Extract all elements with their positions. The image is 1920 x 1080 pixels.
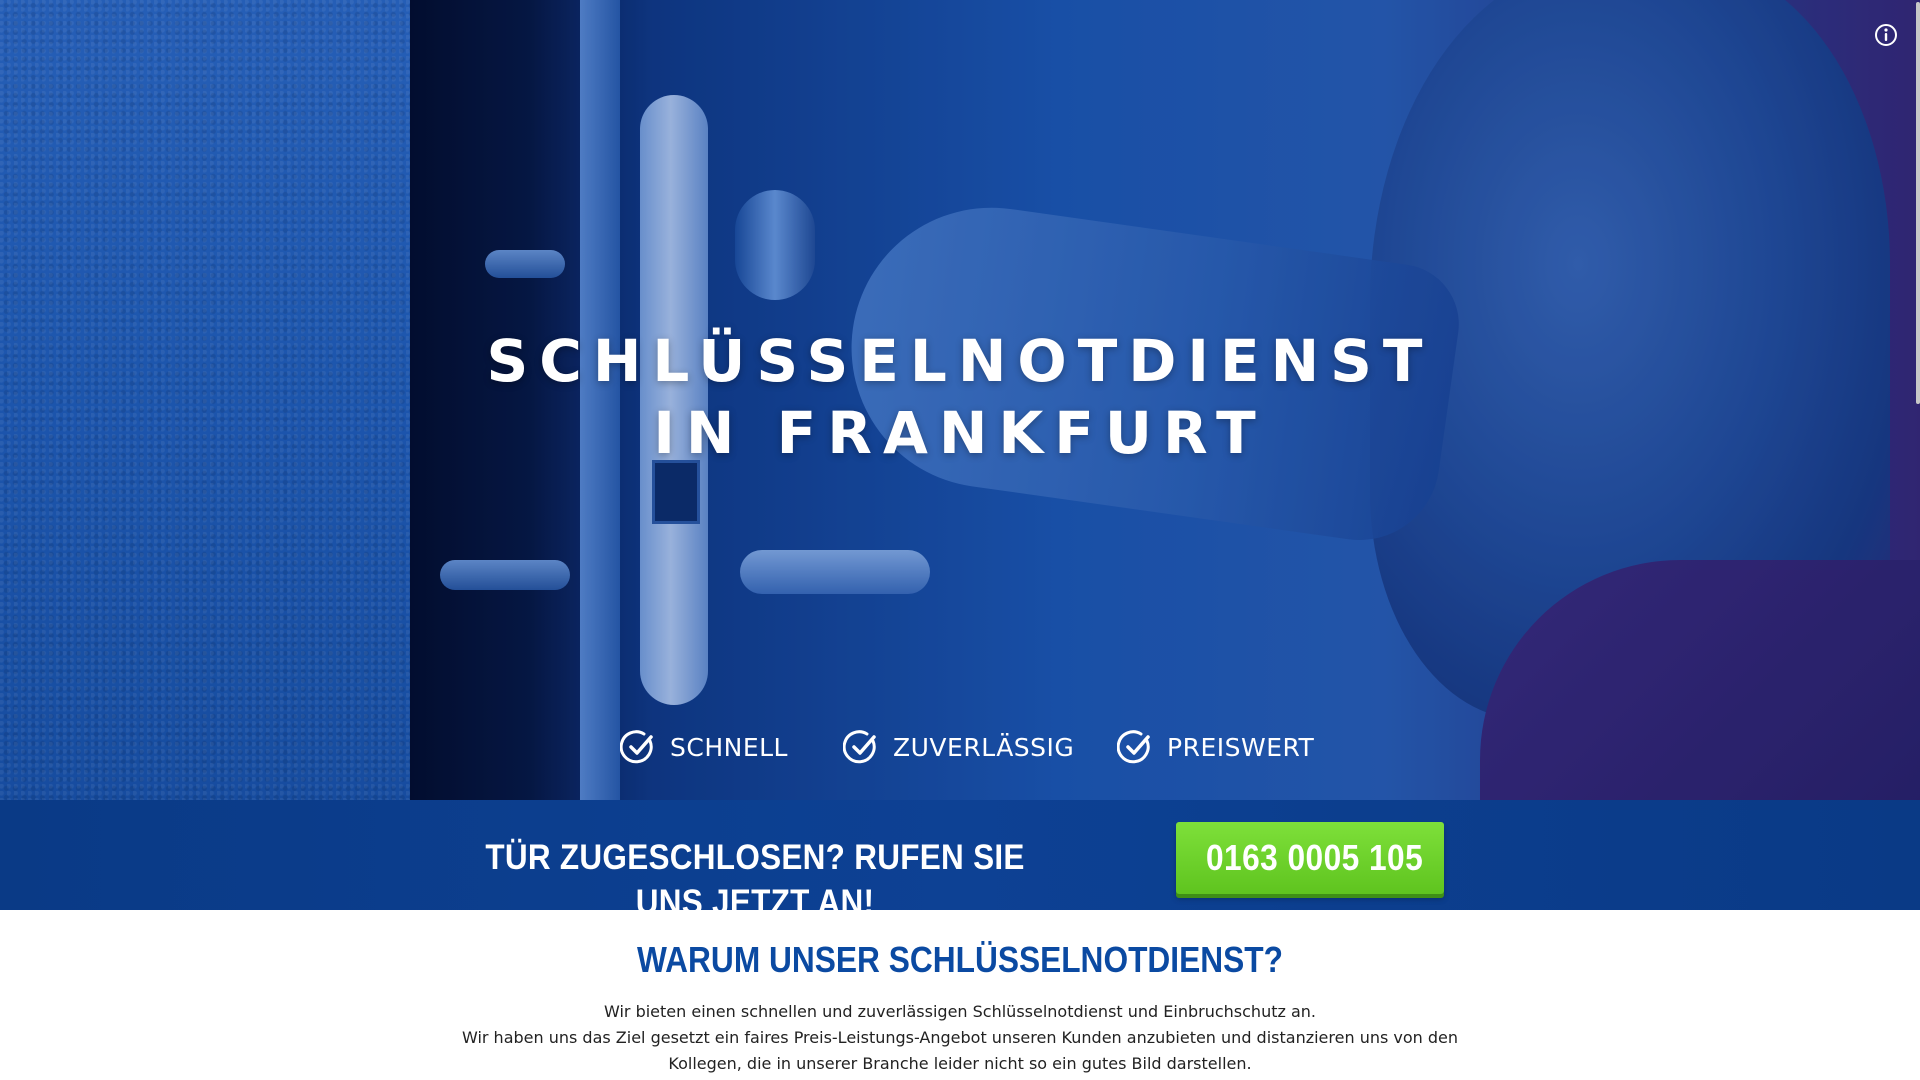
feature-item-schnell: SCHNELL <box>620 722 788 772</box>
why-text-line-2: Wir haben uns das Ziel gesetzt ein faire… <box>461 1028 1459 1047</box>
feature-label: PREISWERT <box>1167 732 1315 762</box>
landing-page: SCHLÜSSELNOTDIENST IN FRANKFURT SCHNELL … <box>0 0 1920 1080</box>
info-circle-icon[interactable] <box>1874 23 1898 47</box>
call-phone-button[interactable]: 0163 0005 105 <box>1176 822 1444 894</box>
hero-title: SCHLÜSSELNOTDIENST IN FRANKFURT <box>460 325 1460 469</box>
check-circle-icon <box>843 730 876 764</box>
scrollbar-thumb[interactable] <box>1916 2 1920 404</box>
hero-title-line-1: SCHLÜSSELNOTDIENST <box>486 327 1434 395</box>
why-text-line-1: Wir bieten einen schnellen und zuverläss… <box>604 1002 1316 1021</box>
why-section-text: Wir bieten einen schnellen und zuverläss… <box>460 999 1460 1077</box>
hero-title-line-2: IN FRANKFURT <box>653 399 1267 467</box>
feature-list: SCHNELL ZUVERLÄSSIG PREISWERT <box>620 722 1320 772</box>
feature-label: SCHNELL <box>670 732 788 762</box>
check-circle-icon <box>620 730 653 764</box>
phone-number: 0163 0005 105 <box>1206 837 1424 878</box>
check-circle-icon <box>1117 730 1150 764</box>
why-text-line-3: Kollegen, die in unserer Branche leider … <box>668 1054 1252 1073</box>
feature-label: ZUVERLÄSSIG <box>893 732 1075 762</box>
why-section-title: WARUM UNSER SCHLÜSSELNOTDIENST? <box>637 939 1283 980</box>
hero-section: SCHLÜSSELNOTDIENST IN FRANKFURT SCHNELL … <box>0 0 1920 800</box>
feature-item-zuverlaessig: ZUVERLÄSSIG <box>843 722 1074 772</box>
feature-item-preiswert: PREISWERT <box>1117 722 1314 772</box>
